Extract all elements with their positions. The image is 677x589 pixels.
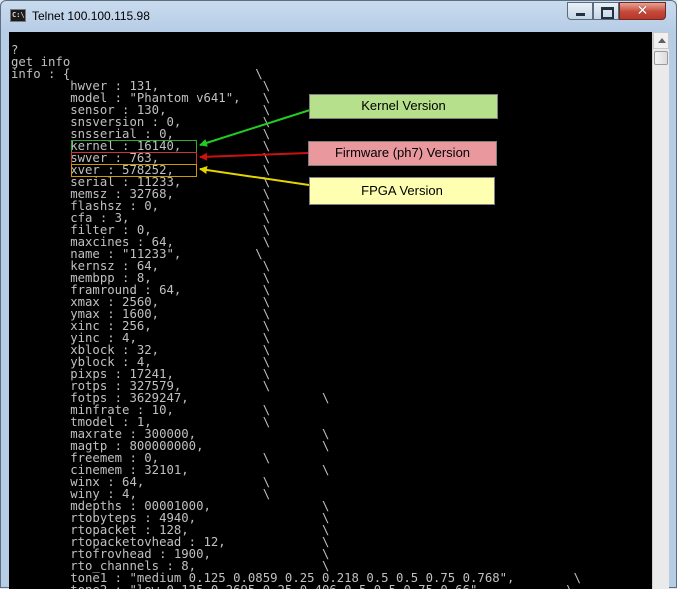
close-icon: ✕ <box>636 3 649 19</box>
maximize-icon <box>601 7 614 19</box>
title-bar[interactable]: C:\. Telnet 100.100.115.98 ✕ <box>1 1 676 32</box>
vertical-scrollbar[interactable] <box>652 32 669 589</box>
console-line: tone2 : "low 0.125 0.2695 0.25 0.406 0.5… <box>11 583 573 589</box>
telnet-window: C:\. Telnet 100.100.115.98 ✕ ? get info … <box>0 0 677 589</box>
window-title: Telnet 100.100.115.98 <box>32 9 150 23</box>
maximize-button[interactable] <box>593 2 619 20</box>
scroll-thumb[interactable] <box>654 51 668 65</box>
minimize-icon <box>576 13 585 16</box>
scroll-up-arrow-icon[interactable] <box>653 32 669 49</box>
fpga-version-callout: FPGA Version <box>309 177 495 205</box>
close-button[interactable]: ✕ <box>619 2 666 20</box>
xver-highlight-box <box>71 164 197 177</box>
kernel-version-callout: Kernel Version <box>309 94 498 119</box>
console-output: ? get info info : { \ hwver : 131, \ mod… <box>11 44 581 589</box>
firmware-version-callout: Firmware (ph7) Version <box>308 141 497 166</box>
minimize-button[interactable] <box>567 2 593 20</box>
console-icon[interactable]: C:\. <box>10 9 29 22</box>
